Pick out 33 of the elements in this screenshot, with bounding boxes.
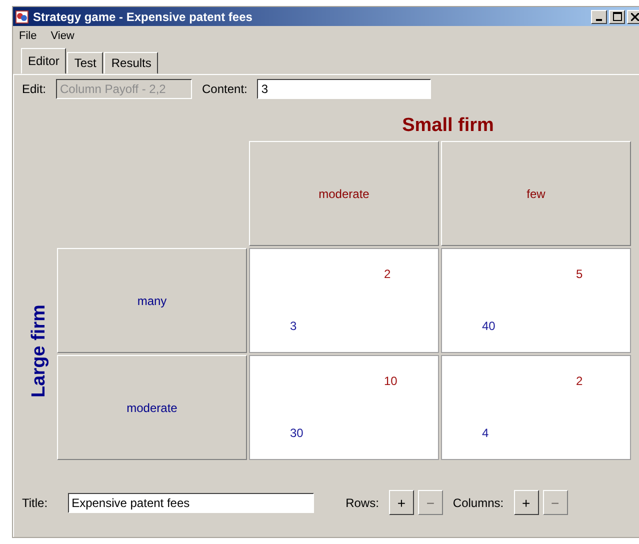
menu-item[interactable]: File (19, 30, 37, 42)
row-header: moderate (57, 355, 247, 460)
tab[interactable]: Editor (21, 48, 66, 74)
title-field[interactable]: Expensive patent fees (68, 492, 314, 512)
row-header: many (57, 248, 247, 353)
row-payoff: 30 (290, 426, 304, 440)
row-payoff: 40 (482, 319, 496, 333)
column-payoff: 2 (576, 374, 583, 388)
column-payoff: 5 (576, 267, 583, 281)
tab[interactable]: Results (104, 52, 158, 74)
window-title: Strategy game - Expensive patent fees (33, 10, 254, 24)
add-column-button[interactable]: + (514, 490, 539, 515)
column-payoff: 10 (384, 374, 398, 388)
row-payoff: 3 (290, 319, 297, 333)
row-player-label: Large firm (28, 304, 50, 397)
column-player-label: Small firm (401, 115, 495, 138)
tab[interactable]: Test (67, 52, 104, 74)
row-payoff: 4 (482, 426, 489, 440)
content-field[interactable]: 3 (257, 79, 432, 99)
rows-label: Rows: (346, 496, 379, 510)
column-payoff: 2 (384, 267, 391, 281)
add-row-button[interactable]: + (388, 490, 414, 515)
payoff-cell[interactable]: 2 4 (441, 355, 631, 460)
column-header: moderate (249, 141, 439, 246)
title-label: Title: (22, 496, 48, 510)
menu-item[interactable]: View (50, 30, 74, 42)
edit-label: Edit: (22, 82, 46, 96)
payoff-cell[interactable]: 10 30 (249, 355, 439, 460)
column-header: few (441, 141, 631, 246)
payoff-cell[interactable]: 5 40 (441, 248, 631, 353)
payoff-cell[interactable]: 2 3 (249, 248, 439, 353)
columns-label: Columns: (452, 496, 504, 510)
content-label: Content: (202, 82, 248, 96)
